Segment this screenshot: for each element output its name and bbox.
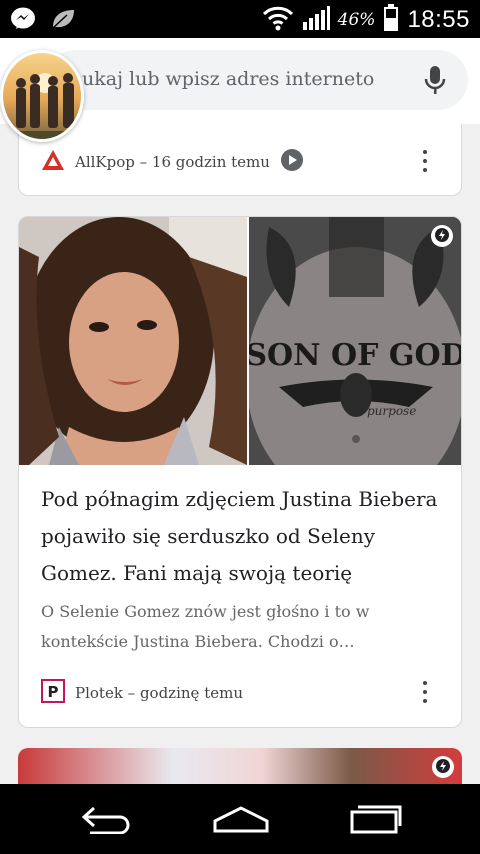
battery-icon: [383, 4, 399, 36]
clock: 18:55: [407, 6, 470, 33]
amp-badge: [431, 225, 453, 247]
article-image-right: SON OF GOD purpose: [249, 217, 462, 465]
mic-icon[interactable]: [424, 64, 446, 100]
battery-percent: 46%: [337, 10, 376, 30]
more-options-icon[interactable]: [415, 150, 435, 172]
tattoo-text: SON OF GOD: [249, 338, 462, 373]
home-icon[interactable]: [212, 804, 270, 838]
source-line: AllKpop – 16 godzin temu: [75, 153, 270, 171]
status-bar: 46% 18:55: [0, 0, 480, 38]
source-line: Plotek – godzinę temu: [75, 684, 243, 702]
messenger-icon: [10, 7, 36, 35]
source-row: AllKpop – 16 godzin temu: [41, 148, 304, 176]
tattoo-script: purpose: [367, 404, 416, 418]
news-card[interactable]: [18, 748, 462, 784]
wifi-icon: [262, 5, 294, 35]
article-image-left: [19, 217, 247, 465]
navigation-bar: [0, 784, 480, 854]
amp-badge: [432, 756, 454, 778]
feed[interactable]: AllKpop – 16 godzin temu ukaj lub wpisz …: [0, 38, 480, 784]
article-snippet: O Selenie Gomez znów jest głośno i to w …: [41, 602, 370, 651]
signal-icon: [302, 5, 330, 35]
allkpop-logo-icon: [41, 149, 65, 175]
more-options-icon[interactable]: [415, 681, 435, 703]
lightning-icon: [436, 758, 450, 777]
leaf-icon: [50, 7, 76, 35]
recents-icon[interactable]: [350, 804, 402, 838]
news-card[interactable]: SON OF GOD purpose Pod półnagim zdjęciem…: [18, 216, 462, 728]
svg-text:P: P: [48, 683, 59, 701]
article-headline[interactable]: Pod półnagim zdjęciem Justina Biebera po…: [41, 481, 445, 592]
back-icon[interactable]: [80, 804, 134, 838]
source-row: P Plotek – godzinę temu: [41, 679, 243, 707]
avatar[interactable]: [0, 50, 84, 142]
search-input[interactable]: ukaj lub wpisz adres interneto: [46, 50, 468, 110]
plotek-logo-icon: P: [41, 679, 65, 707]
search-placeholder: ukaj lub wpisz adres interneto: [82, 68, 375, 90]
lightning-icon: [435, 227, 449, 246]
play-icon[interactable]: [280, 148, 304, 176]
